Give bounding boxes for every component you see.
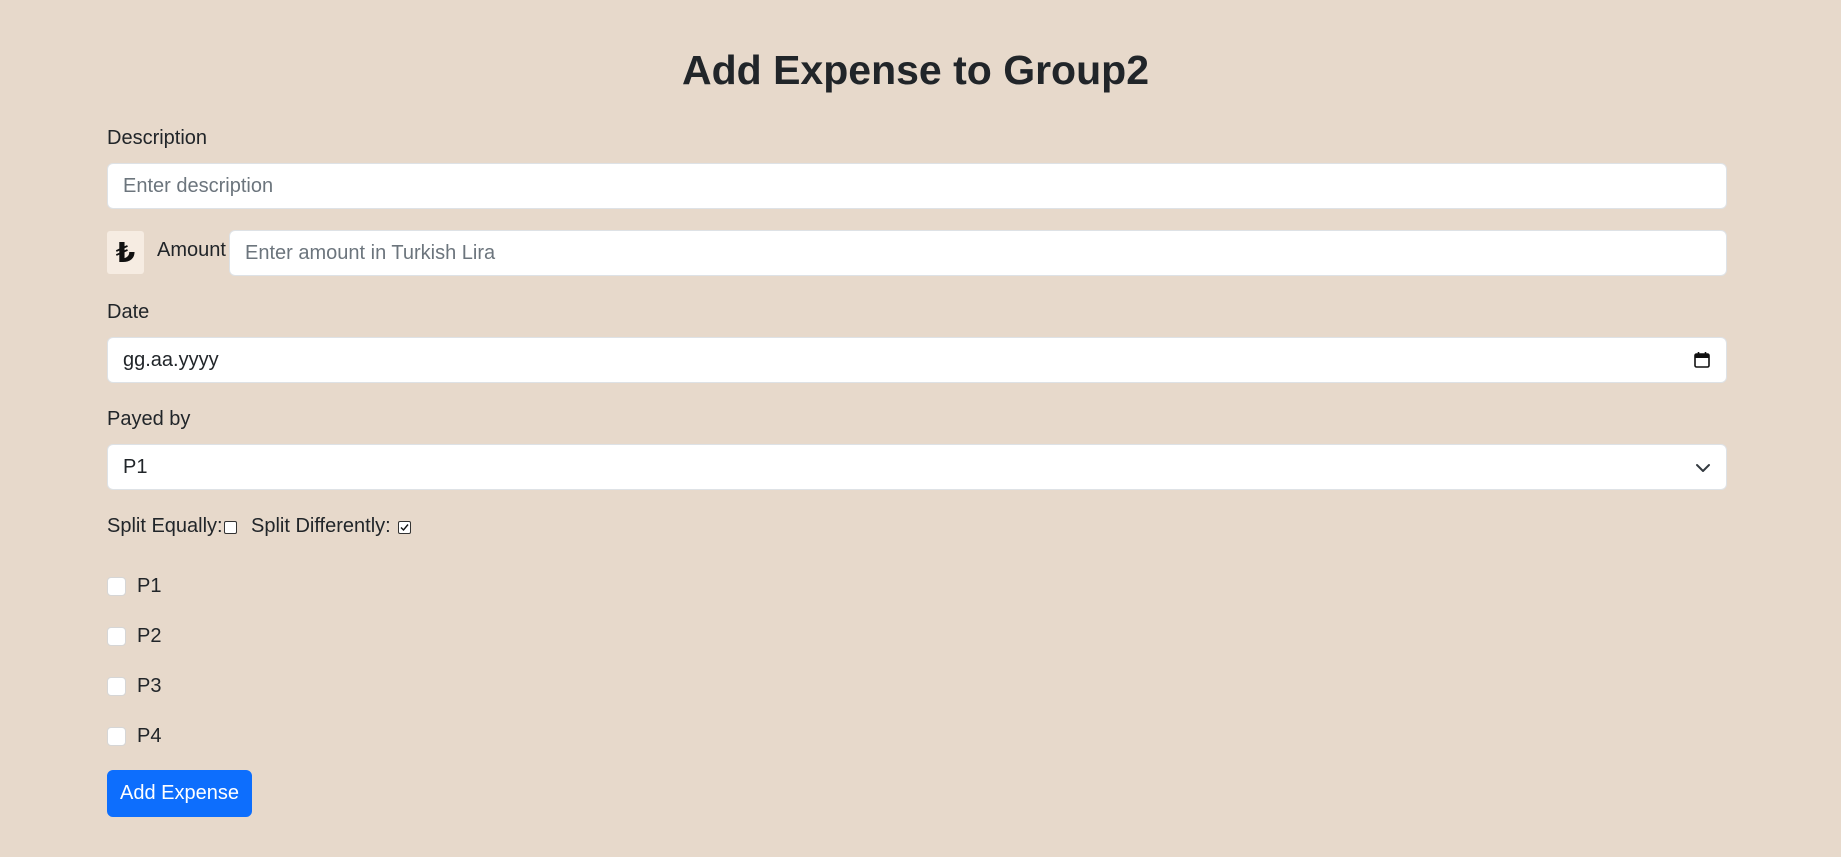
checkmark-icon (400, 524, 409, 532)
member-row[interactable]: P3 (107, 674, 161, 698)
member-row[interactable]: P1 (107, 574, 161, 598)
calendar-icon[interactable] (1693, 351, 1711, 369)
member-label: P1 (137, 575, 162, 597)
member-label: P3 (137, 675, 162, 697)
member-checkbox[interactable] (107, 676, 126, 696)
payer-selected-value: P1 (123, 455, 148, 478)
member-checkbox[interactable] (107, 576, 126, 596)
chevron-down-icon (1695, 459, 1711, 475)
add-expense-button[interactable]: Add Expense (107, 770, 252, 817)
lira-currency-icon: ₺ (107, 231, 144, 274)
description-label: Description (107, 127, 208, 149)
split-equally-label: Split Equally: (107, 515, 223, 537)
page-title: Add Expense to Group2 (682, 47, 1149, 93)
member-row[interactable]: P4 (107, 724, 161, 748)
date-value: gg.aa.yyyy (123, 348, 219, 371)
split-differently-label: Split Differently: (251, 515, 391, 537)
member-label: P4 (137, 725, 162, 747)
amount-input[interactable] (229, 230, 1727, 276)
member-checkbox[interactable] (107, 626, 126, 646)
date-input[interactable]: gg.aa.yyyy (107, 337, 1727, 383)
split-equally-checkbox[interactable] (224, 521, 237, 534)
add-expense-page: Add Expense to Group2 Description ₺ Amou… (0, 0, 1841, 857)
date-label: Date (107, 301, 150, 323)
amount-label: Amount (157, 239, 226, 261)
split-differently-checkbox[interactable] (398, 521, 411, 534)
member-checkbox[interactable] (107, 726, 126, 746)
member-label: P2 (137, 625, 162, 647)
payer-label: Payed by (107, 408, 191, 430)
description-input[interactable] (107, 163, 1727, 209)
payer-select[interactable]: P1 (107, 444, 1727, 490)
member-row[interactable]: P2 (107, 624, 161, 648)
